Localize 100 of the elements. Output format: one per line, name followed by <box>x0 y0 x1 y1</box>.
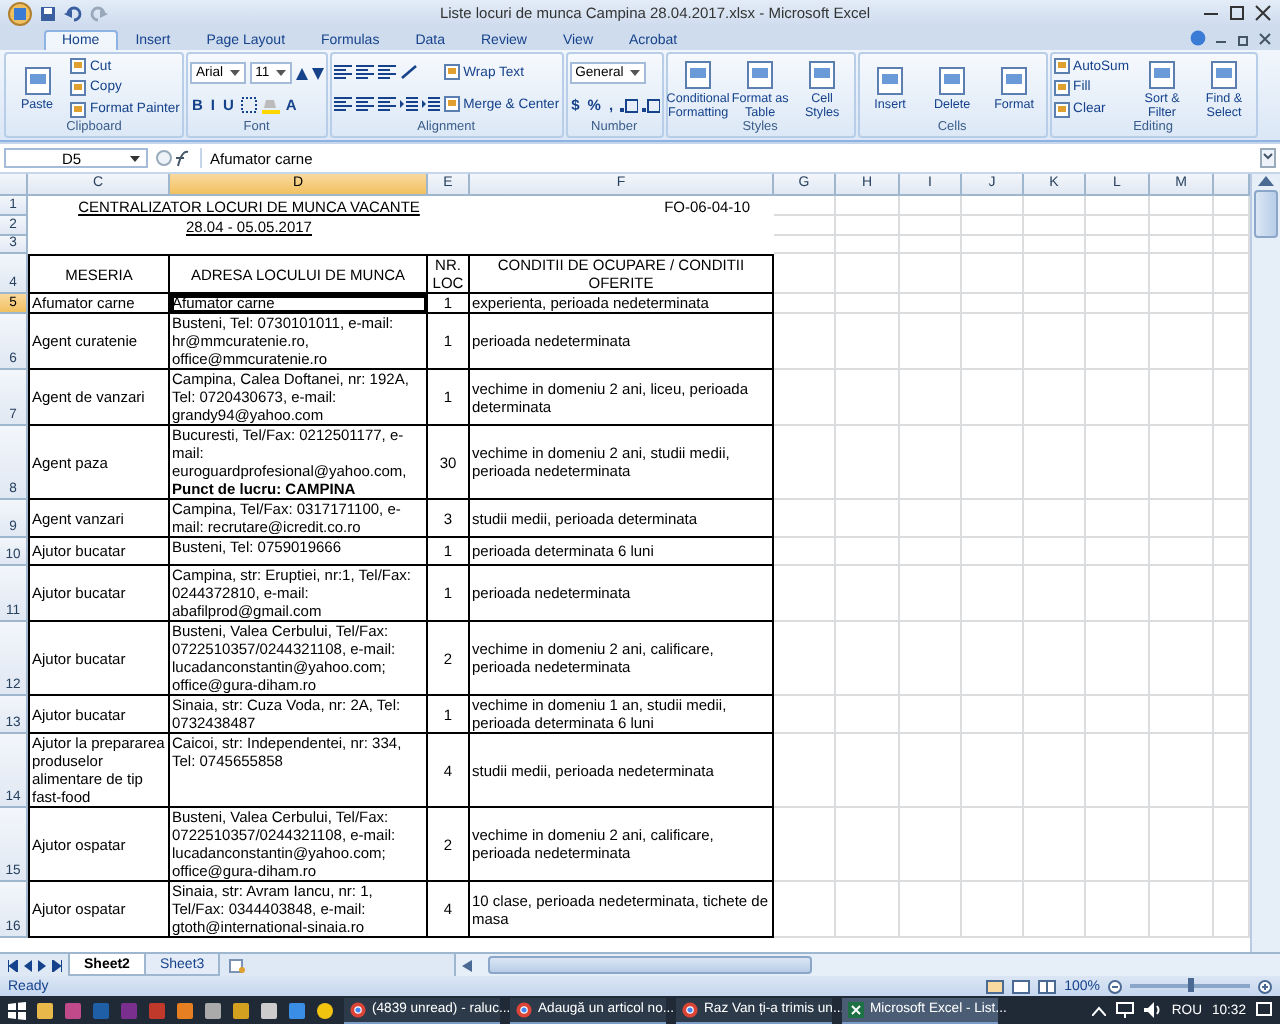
folder-icon[interactable] <box>36 1001 54 1019</box>
last-sheet-icon[interactable] <box>52 959 62 971</box>
network-icon[interactable] <box>1115 1002 1134 1018</box>
help-icon[interactable] <box>1190 30 1206 46</box>
empty-cell[interactable] <box>1024 538 1086 566</box>
empty-cell[interactable] <box>1150 196 1214 216</box>
empty-cell[interactable] <box>836 216 900 236</box>
align-lines-icon[interactable] <box>377 96 396 112</box>
empty-cell[interactable] <box>836 314 900 370</box>
scrollbar-thumb[interactable] <box>488 956 813 974</box>
empty-cell[interactable] <box>900 500 962 538</box>
empty-cell[interactable] <box>836 734 900 808</box>
empty-cell[interactable] <box>1086 216 1150 236</box>
empty-cell[interactable] <box>774 294 836 314</box>
empty-cell[interactable] <box>1150 426 1214 500</box>
empty-cell[interactable] <box>836 622 900 696</box>
empty-cell[interactable] <box>1024 196 1086 216</box>
horizontal-scrollbar[interactable] <box>454 954 1280 976</box>
empty-cell[interactable] <box>1150 370 1214 426</box>
align-lines-icon[interactable] <box>377 64 396 80</box>
empty-cell[interactable] <box>836 538 900 566</box>
text-angle-icon[interactable] <box>399 64 418 80</box>
empty-cell[interactable] <box>1024 696 1086 734</box>
zoom-out-icon[interactable] <box>1108 979 1122 993</box>
empty-cell[interactable] <box>1086 538 1150 566</box>
notifications-icon[interactable] <box>1256 1002 1272 1018</box>
empty-cell[interactable] <box>836 696 900 734</box>
empty-cell[interactable] <box>774 314 836 370</box>
empty-cell[interactable] <box>1150 734 1214 808</box>
empty-cell[interactable] <box>1024 882 1086 938</box>
empty-cell[interactable] <box>1150 696 1214 734</box>
align-lines-icon[interactable] <box>355 64 374 80</box>
empty-cell[interactable] <box>962 538 1024 566</box>
restore-icon[interactable] <box>1236 31 1250 45</box>
empty-cell[interactable] <box>900 426 962 500</box>
empty-cell[interactable] <box>1150 566 1214 622</box>
empty-cell[interactable] <box>962 500 1024 538</box>
empty-cell[interactable] <box>774 538 836 566</box>
close-icon[interactable] <box>1254 4 1272 22</box>
align-lines-icon[interactable] <box>333 96 352 112</box>
empty-cell[interactable] <box>900 622 962 696</box>
scrollbar-thumb[interactable] <box>1254 190 1278 238</box>
empty-cell[interactable] <box>774 196 836 216</box>
empty-cell[interactable] <box>836 196 900 216</box>
zoom-slider-thumb[interactable] <box>1187 978 1193 992</box>
empty-cell[interactable] <box>1150 236 1214 254</box>
empty-cell[interactable] <box>900 538 962 566</box>
empty-cell[interactable] <box>836 294 900 314</box>
page-layout-view-icon[interactable] <box>1012 979 1031 993</box>
empty-cell[interactable] <box>900 370 962 426</box>
redo-icon[interactable] <box>90 5 108 21</box>
empty-cell[interactable] <box>962 294 1024 314</box>
empty-cell[interactable] <box>962 196 1024 216</box>
empty-cell[interactable] <box>774 622 836 696</box>
empty-cell[interactable] <box>1024 370 1086 426</box>
empty-cell[interactable] <box>900 566 962 622</box>
empty-cell[interactable] <box>900 216 962 236</box>
empty-cell[interactable] <box>836 254 900 294</box>
empty-cell[interactable] <box>1150 314 1214 370</box>
page-break-view-icon[interactable] <box>1038 979 1057 993</box>
first-sheet-icon[interactable] <box>8 959 18 971</box>
borders-icon[interactable] <box>239 96 258 114</box>
empty-cell[interactable] <box>836 882 900 938</box>
empty-cell[interactable] <box>1086 196 1150 216</box>
empty-cell[interactable] <box>962 254 1024 294</box>
empty-cell[interactable] <box>1024 808 1086 882</box>
empty-cell[interactable] <box>1024 734 1086 808</box>
smiley-icon[interactable] <box>316 1001 334 1019</box>
empty-cell[interactable] <box>1024 500 1086 538</box>
empty-cell[interactable] <box>1150 808 1214 882</box>
empty-cell[interactable] <box>774 216 836 236</box>
empty-cell[interactable] <box>836 426 900 500</box>
empty-cell[interactable] <box>1086 696 1150 734</box>
empty-cell[interactable] <box>900 734 962 808</box>
empty-cell[interactable] <box>1086 882 1150 938</box>
empty-cell[interactable] <box>900 294 962 314</box>
empty-cell[interactable] <box>1024 294 1086 314</box>
office-logo-icon[interactable] <box>8 1 32 25</box>
align-lines-icon[interactable] <box>333 64 352 80</box>
function-icon[interactable] <box>156 148 192 168</box>
empty-cell[interactable] <box>900 196 962 216</box>
empty-cell[interactable] <box>1024 622 1086 696</box>
empty-cell[interactable] <box>1024 236 1086 254</box>
align-lines-icon[interactable] <box>355 96 374 112</box>
empty-cell[interactable] <box>1024 314 1086 370</box>
empty-cell[interactable] <box>1150 538 1214 566</box>
zoom-in-icon[interactable] <box>1258 979 1272 993</box>
empty-cell[interactable] <box>900 254 962 294</box>
empty-cell[interactable] <box>962 734 1024 808</box>
empty-cell[interactable] <box>836 808 900 882</box>
empty-cell[interactable] <box>1150 882 1214 938</box>
decimal-places-icon[interactable] <box>641 97 660 113</box>
close-icon[interactable] <box>1258 31 1272 45</box>
empty-cell[interactable] <box>836 566 900 622</box>
empty-cell[interactable] <box>1086 500 1150 538</box>
empty-cell[interactable] <box>900 696 962 734</box>
empty-cell[interactable] <box>1024 566 1086 622</box>
undo-icon[interactable] <box>64 5 82 21</box>
empty-cell[interactable] <box>962 426 1024 500</box>
empty-cell[interactable] <box>1086 808 1150 882</box>
